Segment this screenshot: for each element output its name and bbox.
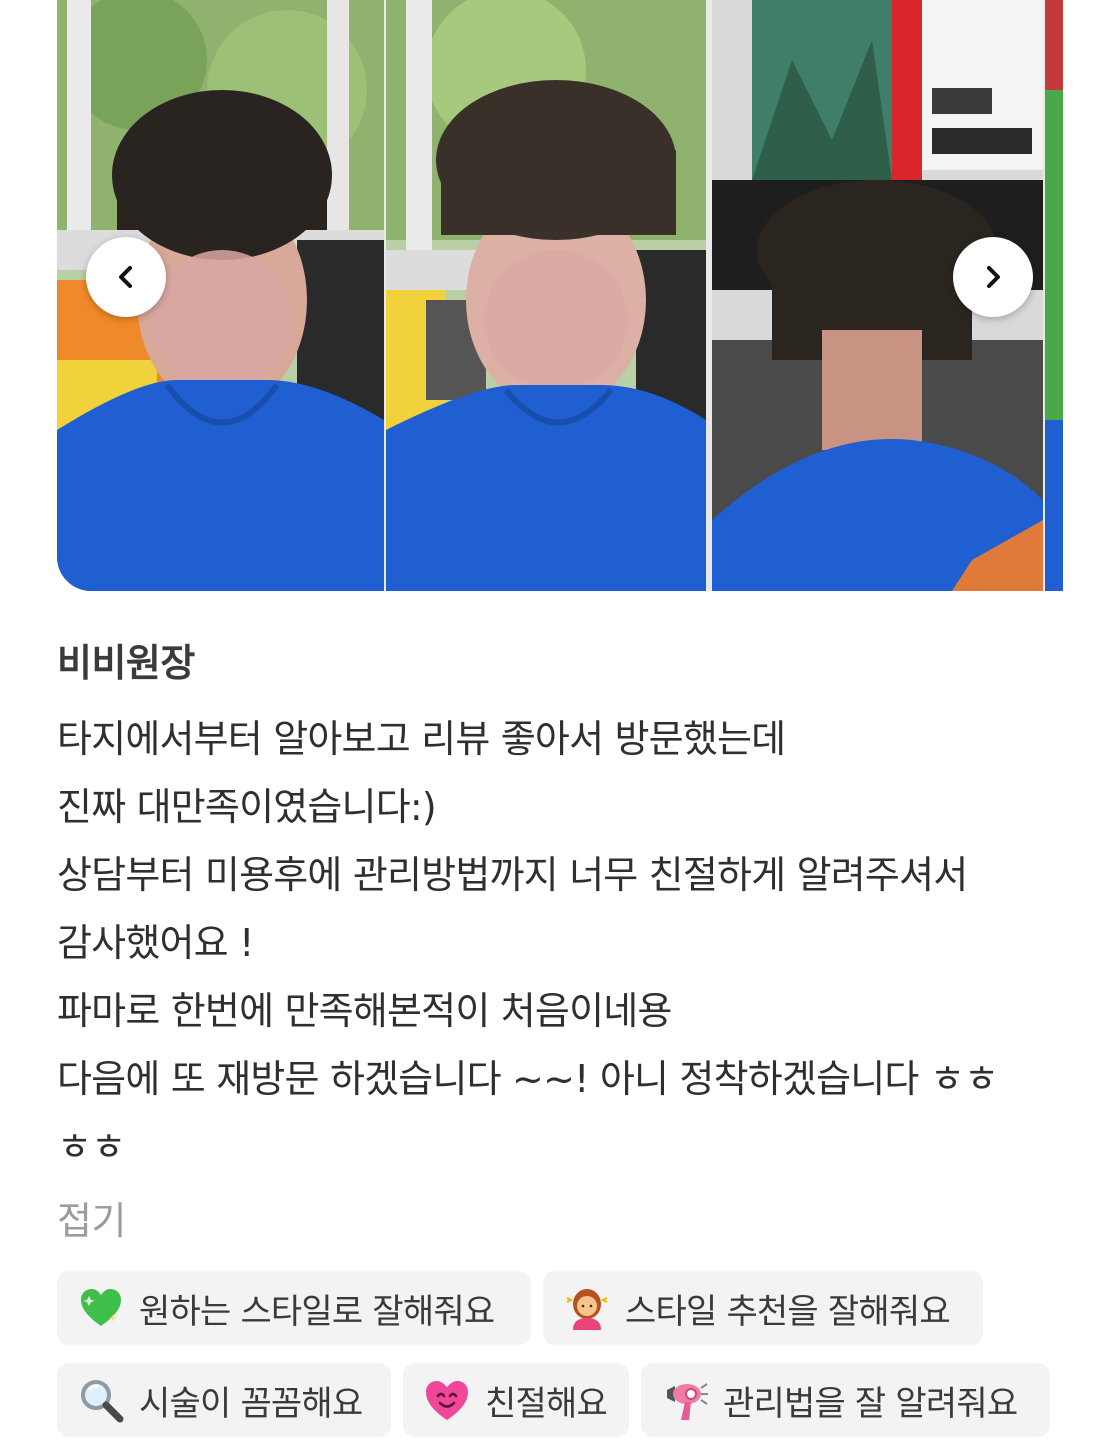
smiling-heart-icon: [423, 1376, 471, 1424]
review-line: ㅎㅎ: [57, 1125, 126, 1169]
hair-dryer-icon: [661, 1376, 709, 1424]
review-line: 상담부터 미용후에 관리방법까지 너무 친절하게 알려주셔서: [57, 853, 968, 897]
keyword-label: 시술이 꼼꼼해요: [139, 1383, 363, 1424]
keyword-chip-style-recommend[interactable]: 스타일 추천을 잘해줘요: [543, 1271, 983, 1345]
gallery-next-button[interactable]: [953, 237, 1033, 317]
keyword-chip-care-guide[interactable]: 관리법을 잘 알려줘요: [641, 1363, 1050, 1437]
review-body: 타지에서부터 알아보고 리뷰 좋아서 방문했는데 진짜 대만족이였습니다:) 상…: [57, 705, 1067, 1181]
keyword-label: 관리법을 잘 알려줘요: [723, 1383, 1018, 1424]
keyword-chip-thorough[interactable]: 시술이 꼼꼼해요: [57, 1363, 391, 1437]
hairdresser-icon: [563, 1284, 611, 1332]
keyword-chip-kind[interactable]: 친절해요: [403, 1363, 629, 1437]
review-line: 파마로 한번에 만족해본적이 처음이네용: [57, 989, 672, 1033]
review-line: 감사했어요 !: [57, 921, 254, 965]
keyword-label: 스타일 추천을 잘해줘요: [625, 1291, 951, 1332]
review-photo-4-partial[interactable]: [1045, 0, 1063, 591]
review-author[interactable]: 비비원장: [57, 632, 195, 687]
magnifier-icon: [77, 1376, 125, 1424]
review-photo-2[interactable]: [386, 0, 706, 591]
review-line: 진짜 대만족이였습니다:): [57, 785, 437, 829]
review-photo-gallery[interactable]: [57, 0, 1063, 591]
keyword-label: 친절해요: [485, 1383, 608, 1424]
green-heart-icon: [77, 1284, 125, 1332]
fold-button[interactable]: 접기: [57, 1190, 126, 1245]
chevron-left-icon: [119, 266, 132, 288]
review-line: 타지에서부터 알아보고 리뷰 좋아서 방문했는데: [57, 717, 786, 761]
review-line: 다음에 또 재방문 하겠습니다 ~~! 아니 정착하겠습니다 ㅎㅎ: [57, 1057, 999, 1101]
keyword-label: 원하는 스타일로 잘해줘요: [139, 1291, 495, 1332]
gallery-prev-button[interactable]: [86, 237, 166, 317]
chevron-right-icon: [987, 266, 1000, 288]
keyword-chip-style-wish[interactable]: 원하는 스타일로 잘해줘요: [57, 1271, 531, 1345]
